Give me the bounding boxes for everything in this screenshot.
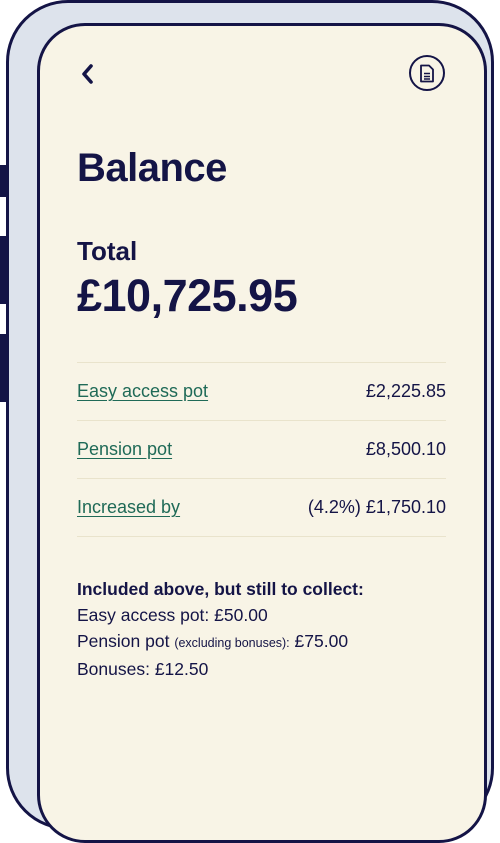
notes-pension-amount: £75.00 bbox=[294, 631, 349, 651]
pension-pot-value: £8,500.10 bbox=[365, 439, 446, 459]
chevron-left-icon bbox=[82, 64, 93, 84]
back-button[interactable] bbox=[75, 60, 99, 88]
easy-access-pot-value: £2,225.85 bbox=[365, 381, 446, 401]
notes-pension-line: Pension pot (excluding bonuses): £75.00 bbox=[77, 628, 457, 656]
statement-button[interactable] bbox=[409, 55, 445, 91]
uncollected-notes: Included above, but still to collect: Ea… bbox=[77, 576, 457, 682]
document-icon bbox=[420, 64, 434, 82]
page-title: Balance bbox=[77, 146, 227, 190]
notes-pension-qualifier: (excluding bonuses): bbox=[174, 636, 290, 650]
breakdown-row-easy-access: Easy access pot £2,225.85 bbox=[77, 362, 446, 420]
notes-bonuses: Bonuses: £12.50 bbox=[77, 659, 209, 679]
increased-by-link[interactable]: Increased by bbox=[77, 497, 180, 518]
breakdown-row-increase: Increased by (4.2%) £1,750.10 bbox=[77, 478, 446, 537]
notes-easy-access: Easy access pot: £50.00 bbox=[77, 605, 268, 625]
app-screen: Balance Total £10,725.95 Easy access pot… bbox=[37, 23, 487, 843]
balance-breakdown: Easy access pot £2,225.85 Pension pot £8… bbox=[77, 362, 446, 537]
total-value: £10,725.95 bbox=[77, 270, 298, 321]
breakdown-row-pension: Pension pot £8,500.10 bbox=[77, 420, 446, 478]
notes-pension-prefix: Pension pot bbox=[77, 631, 170, 651]
total-label: Total bbox=[77, 236, 138, 266]
notes-heading: Included above, but still to collect: bbox=[77, 579, 364, 599]
phone-frame: Balance Total £10,725.95 Easy access pot… bbox=[6, 0, 494, 843]
easy-access-pot-link[interactable]: Easy access pot bbox=[77, 381, 208, 402]
increased-by-value: (4.2%) £1,750.10 bbox=[307, 497, 446, 517]
pension-pot-link[interactable]: Pension pot bbox=[77, 439, 172, 460]
